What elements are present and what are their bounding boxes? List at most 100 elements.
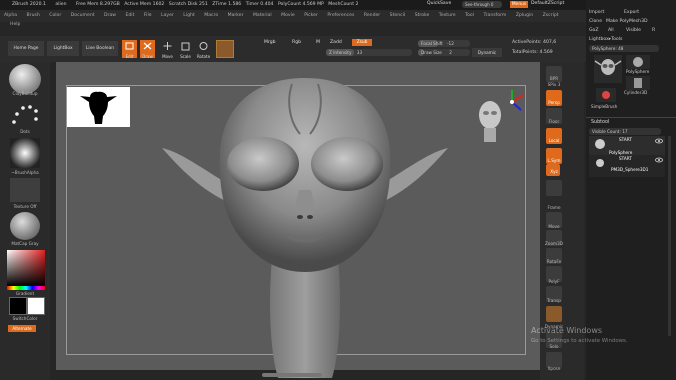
tool-thumb-cylinder[interactable]	[626, 76, 650, 90]
eye-icon[interactable]	[655, 138, 663, 144]
spix-label[interactable]: SPix 3	[541, 82, 567, 87]
main-color-swatch[interactable]	[9, 297, 27, 315]
visible-button[interactable]: Visible	[626, 28, 641, 33]
secondary-color-swatch[interactable]	[27, 297, 45, 315]
navigation-gizmo[interactable]	[475, 90, 530, 150]
menu-draw[interactable]: Draw	[104, 10, 116, 22]
draw-size-label: Draw Size	[421, 50, 442, 55]
live-boolean-button[interactable]: Live Boolean	[82, 41, 118, 56]
material-swatch-button[interactable]	[216, 40, 234, 58]
clone-button[interactable]: Clone	[589, 19, 602, 24]
current-tool-slider[interactable]: PolySphere: 48	[589, 45, 659, 52]
menu-texture[interactable]: Texture	[439, 10, 456, 22]
alpha-thumbnail[interactable]	[10, 138, 40, 168]
bottom-scrollbar[interactable]	[262, 373, 322, 377]
color-picker[interactable]	[7, 250, 45, 286]
menu-macro[interactable]: Macro	[204, 10, 218, 22]
subtool-scrollbar[interactable]	[668, 136, 671, 336]
menu-marker[interactable]: Marker	[228, 10, 244, 22]
menu-material[interactable]: Material	[253, 10, 272, 22]
z-intensity-slider[interactable]: Z Intensity 33	[326, 49, 412, 56]
alternate-button[interactable]: Alternate	[8, 325, 36, 332]
quicksave-button[interactable]: QuickSave	[427, 1, 451, 6]
menu-stroke[interactable]: Stroke	[415, 10, 430, 22]
dynamic-button[interactable]: Dynamic	[472, 48, 502, 57]
gradient-label[interactable]: Gradient	[0, 291, 50, 296]
scale-icon	[181, 42, 190, 51]
silhouette-icon	[80, 91, 117, 124]
menu-tool[interactable]: Tool	[465, 10, 474, 22]
make-polymesh-button[interactable]: Make PolyMesh3D	[606, 19, 648, 24]
visible-count-slider[interactable]: Visible Count: 17	[589, 128, 661, 135]
import-button[interactable]: Import	[589, 10, 604, 15]
focal-shift-slider[interactable]: Focal Shift -12	[418, 40, 470, 47]
menu-edit[interactable]: Edit	[125, 10, 134, 22]
m-button[interactable]: M	[316, 40, 320, 45]
edit-button[interactable]: Edit	[122, 40, 137, 59]
r-button[interactable]: R	[652, 28, 655, 33]
zadd-button[interactable]: Zadd	[330, 40, 342, 45]
simplebrush-icon	[602, 91, 610, 99]
draw-label: Draw	[142, 54, 153, 59]
lightbox-tools-button[interactable]: Lightbox▸Tools	[589, 37, 622, 42]
subtool-start-label: START	[619, 137, 632, 142]
subtool-item-2[interactable]: START PM3D_Sphere3D1	[589, 155, 665, 177]
menu-file[interactable]: File	[144, 10, 152, 22]
brush-thumbnail[interactable]	[9, 64, 41, 94]
edit-icon	[125, 42, 134, 50]
draw-button[interactable]: Draw	[140, 40, 155, 59]
bpr-label: BPR	[549, 76, 559, 81]
subtool-header[interactable]: Subtool	[591, 120, 609, 125]
tool-thumb-polysphere[interactable]	[626, 55, 650, 69]
eye-icon-2[interactable]	[655, 157, 663, 163]
meshcount: MeshCount 2	[328, 2, 359, 7]
tool-thumb-simplebrush[interactable]	[596, 88, 616, 102]
menu-document[interactable]: Document	[71, 10, 95, 22]
menu-movie[interactable]: Movie	[281, 10, 295, 22]
menu-help[interactable]: Help	[10, 22, 20, 27]
menu-stencil[interactable]: Stencil	[390, 10, 406, 22]
all-button[interactable]: All	[608, 28, 614, 33]
export-button[interactable]: Export	[624, 10, 639, 15]
z-intensity-value: 33	[356, 50, 363, 55]
menu-preferences[interactable]: Preferences	[327, 10, 354, 22]
alien-thumb-icon	[594, 59, 622, 75]
rotate-label: Rotate	[196, 54, 211, 59]
scale-button[interactable]: Scale	[178, 40, 193, 59]
menu-bar: Alpha Brush Color Document Draw Edit Fil…	[0, 10, 586, 22]
hue-bar[interactable]	[7, 286, 45, 290]
seethrough-slider[interactable]: See-through 0	[462, 1, 502, 8]
mrgb-button[interactable]: Mrgb	[264, 40, 276, 45]
cylinder-icon	[634, 78, 642, 88]
menu-brush[interactable]: Brush	[27, 10, 40, 22]
goz-button[interactable]: GoZ	[589, 28, 599, 33]
rotate-button[interactable]: Rotate	[196, 40, 211, 59]
rgb-button[interactable]: Rgb	[292, 40, 301, 45]
menus-toggle[interactable]: Menus	[510, 1, 528, 8]
move-button[interactable]: Move	[160, 40, 175, 59]
menu-light[interactable]: Light	[183, 10, 194, 22]
lightbox-button[interactable]: LightBox	[47, 41, 79, 56]
tool-thumb-alien[interactable]	[594, 55, 622, 83]
top-shelf: Home Page LightBox Live Boolean Edit Dra…	[0, 36, 586, 62]
material-thumbnail[interactable]	[10, 212, 40, 240]
default-zscript[interactable]: DefaultZScript	[531, 1, 564, 6]
zoom3d-label: Zoom3D	[545, 241, 563, 246]
menu-alpha[interactable]: Alpha	[4, 10, 17, 22]
frame-button[interactable]	[546, 180, 562, 196]
zsub-button[interactable]: Zsub	[352, 39, 372, 46]
draw-size-slider[interactable]: Draw Size 2	[418, 49, 470, 56]
dynamic-view-button[interactable]	[546, 306, 562, 322]
menu-render[interactable]: Render	[364, 10, 380, 22]
switch-color-button[interactable]: SwitchColor	[0, 316, 50, 321]
texture-thumbnail[interactable]	[10, 178, 40, 202]
home-page-button[interactable]: Home Page	[8, 41, 44, 56]
menu-zplugin[interactable]: Zplugin	[516, 10, 533, 22]
menu-zscript[interactable]: Zscript	[543, 10, 559, 22]
menu-color[interactable]: Color	[49, 10, 61, 22]
menu-transform[interactable]: Transform	[483, 10, 506, 22]
menu-picker[interactable]: Picker	[304, 10, 318, 22]
polysphere-label: PolySphere	[626, 69, 650, 74]
stroke-dots-icon[interactable]	[10, 102, 40, 130]
menu-layer[interactable]: Layer	[161, 10, 174, 22]
